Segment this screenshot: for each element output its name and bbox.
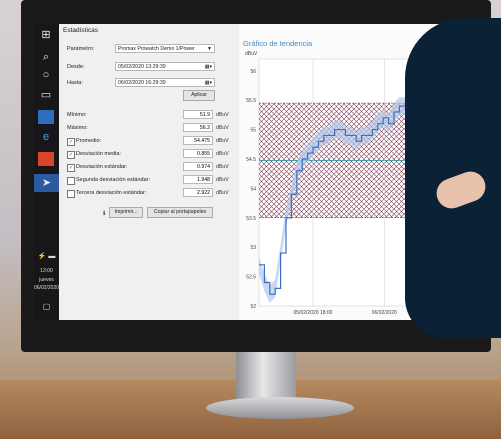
third-std-value: 2.922 bbox=[183, 188, 213, 197]
windows-icon[interactable]: ⊞ bbox=[38, 28, 54, 42]
y-tick-label: 53.5 bbox=[246, 216, 256, 222]
taskbar: ⊞ ⌕ ○ ▭ e ➤ ⚡ ▬ 13:00 jueves 06/02/2020 … bbox=[34, 24, 59, 320]
from-datetime-field[interactable]: 05/02/2020 13:29:39 ▦▾ bbox=[115, 62, 215, 71]
statistics-panel: Estadísticas Parámetro: Promax Prowatch … bbox=[59, 24, 240, 320]
y-tick-label: 55 bbox=[250, 128, 256, 134]
search-icon[interactable]: ⌕ bbox=[38, 50, 54, 64]
from-label: Desde: bbox=[67, 64, 85, 70]
clock-time[interactable]: 13:00 bbox=[34, 268, 59, 274]
min-label: Mínimo: bbox=[67, 112, 87, 118]
average-value: 54.475 bbox=[183, 136, 213, 145]
y-tick-label: 56 bbox=[250, 69, 256, 75]
calendar-icon: ▦▾ bbox=[204, 80, 212, 86]
prowatch-app-icon[interactable]: ➤ bbox=[34, 174, 59, 192]
apply-button[interactable]: Aplicar bbox=[183, 90, 215, 101]
max-label: Máximo: bbox=[67, 125, 88, 131]
copy-clipboard-button[interactable]: Copiar al portapapeles bbox=[147, 207, 213, 218]
tray-icons[interactable]: ⚡ ▬ bbox=[34, 252, 59, 260]
average-checkbox[interactable]: ✓ bbox=[67, 138, 75, 146]
std-deviation-unit: dBuV bbox=[216, 164, 229, 170]
third-std-unit: dBuV bbox=[216, 190, 229, 196]
y-tick-label: 55.5 bbox=[246, 98, 256, 104]
std-deviation-label: Desviación estándar: bbox=[76, 164, 128, 170]
notifications-icon[interactable]: ▢ bbox=[34, 302, 59, 311]
from-value: 05/02/2020 13:29:39 bbox=[118, 64, 166, 70]
y-tick-label: 54 bbox=[250, 186, 256, 192]
y-axis-label: dBuV bbox=[245, 51, 258, 57]
mean-deviation-checkbox[interactable]: ✓ bbox=[67, 151, 75, 159]
y-tick-label: 53 bbox=[250, 245, 256, 251]
info-icon: ℹ bbox=[103, 211, 106, 217]
window-title: Estadísticas bbox=[63, 27, 99, 34]
y-tick-label: 52.5 bbox=[246, 275, 256, 281]
second-std-label: Segunda desviación estándar: bbox=[76, 177, 150, 183]
to-value: 06/02/2020 16:29:39 bbox=[118, 80, 166, 86]
second-std-checkbox[interactable] bbox=[67, 177, 75, 185]
clock-date: 06/02/2020 bbox=[34, 285, 60, 291]
x-tick-label: 05/02/2020 18:00 bbox=[294, 310, 333, 316]
mean-deviation-label: Desviación media: bbox=[76, 151, 121, 157]
y-tick-label: 52 bbox=[250, 304, 256, 310]
x-tick-label: 06/02/2020 bbox=[372, 310, 397, 316]
to-datetime-field[interactable]: 06/02/2020 16:29:39 ▦▾ bbox=[115, 78, 215, 87]
calendar-icon: ▦▾ bbox=[204, 64, 212, 70]
to-label: Hasta: bbox=[67, 80, 83, 86]
chevron-down-icon: ▼ bbox=[207, 46, 212, 52]
parameter-label: Parámetro: bbox=[67, 46, 95, 52]
third-std-checkbox[interactable] bbox=[67, 190, 75, 198]
cortana-icon[interactable]: ○ bbox=[38, 68, 54, 82]
max-value: 56.2 bbox=[183, 123, 213, 132]
max-unit: dBuV bbox=[216, 125, 229, 131]
store-icon[interactable] bbox=[38, 110, 54, 124]
parameter-value: Promax Prowatch Demo 1/Power bbox=[118, 46, 195, 52]
std-deviation-value: 0.974 bbox=[183, 162, 213, 171]
mean-deviation-value: 0.855 bbox=[183, 149, 213, 158]
monitor-neck bbox=[236, 352, 296, 400]
monitor-foot bbox=[206, 397, 354, 419]
std-deviation-checkbox[interactable]: ✓ bbox=[67, 164, 75, 172]
edge-icon[interactable]: e bbox=[38, 130, 54, 144]
average-label: Promedio: bbox=[76, 138, 102, 144]
second-std-value: 1.948 bbox=[183, 175, 213, 184]
task-view-icon[interactable]: ▭ bbox=[38, 88, 54, 102]
second-std-unit: dBuV bbox=[216, 177, 229, 183]
print-button[interactable]: Imprimir... bbox=[109, 207, 143, 218]
average-unit: dBuV bbox=[216, 138, 229, 144]
parameter-select[interactable]: Promax Prowatch Demo 1/Power ▼ bbox=[115, 44, 215, 53]
min-value: 51.9 bbox=[183, 110, 213, 119]
clock-day: jueves bbox=[39, 277, 54, 283]
min-unit: dBuV bbox=[216, 112, 229, 118]
pdf-app-icon[interactable] bbox=[38, 152, 54, 166]
y-tick-label: 54.5 bbox=[246, 157, 256, 163]
mean-deviation-unit: dBuV bbox=[216, 151, 229, 157]
third-std-label: Tercera desviación estándar: bbox=[76, 190, 147, 196]
